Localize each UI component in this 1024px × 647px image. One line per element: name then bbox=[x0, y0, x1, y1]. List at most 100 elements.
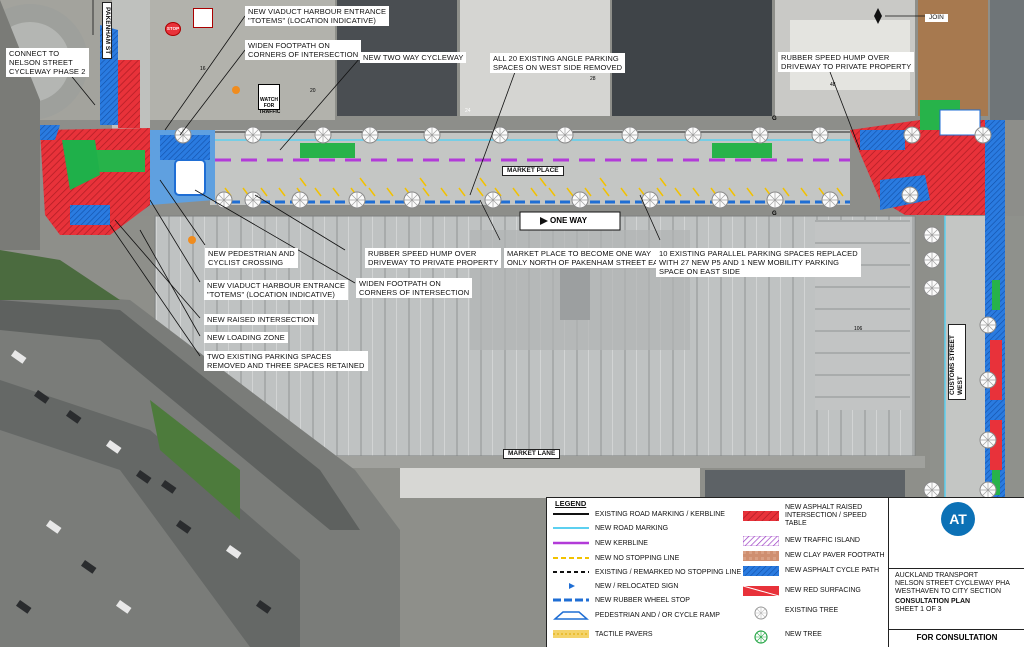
annotation-two-existing: TWO EXISTING PARKING SPACES REMOVED AND … bbox=[204, 351, 368, 371]
legend-swatch-icon bbox=[743, 511, 779, 521]
existing-tree-icon bbox=[923, 481, 941, 499]
legend-swatch-icon bbox=[743, 606, 779, 620]
roof-plant-2 bbox=[560, 260, 590, 320]
market-lane-label: MARKET LANE bbox=[503, 449, 561, 459]
tactile-east bbox=[939, 109, 981, 136]
existing-tree-icon bbox=[244, 191, 262, 209]
legend-swatch-icon bbox=[743, 630, 779, 644]
legend-swatch-icon bbox=[553, 595, 589, 605]
legend-item: NEW NO STOPPING LINE bbox=[553, 552, 679, 564]
existing-tree-icon bbox=[621, 126, 639, 144]
legend-item: NEW RUBBER WHEEL STOP bbox=[553, 594, 690, 606]
existing-tree-icon bbox=[923, 251, 941, 269]
legend-item: NEW / RELOCATED SIGN bbox=[553, 580, 679, 592]
legend-item: NEW ROAD MARKING bbox=[553, 522, 668, 534]
legend-label: PEDESTRIAN AND / OR CYCLE RAMP bbox=[595, 611, 720, 619]
legend-label: NEW NO STOPPING LINE bbox=[595, 554, 680, 562]
legend-label: NEW CLAY PAVER FOOTPATH bbox=[785, 552, 885, 559]
gate-marker-top: G bbox=[772, 116, 777, 122]
title-footer: FOR CONSULTATION bbox=[916, 633, 998, 642]
building-ne bbox=[990, 0, 1024, 120]
title-org: AUCKLAND TRANSPORT bbox=[895, 572, 978, 579]
existing-tree-icon bbox=[174, 126, 192, 144]
annotation-loading-zone: NEW LOADING ZONE bbox=[204, 332, 288, 343]
totem-marker-top bbox=[232, 86, 240, 94]
legend-swatch-icon bbox=[553, 629, 589, 639]
legend-item: EXISTING ROAD MARKING / KERBLINE bbox=[553, 508, 725, 520]
legend-swatch-icon bbox=[743, 586, 779, 596]
legend-panel: LEGEND EXISTING ROAD MARKING / KERBLINE N… bbox=[546, 497, 890, 647]
join-label: JOIN bbox=[925, 14, 948, 22]
legend-label: NEW ASPHALT CYCLE PATH bbox=[785, 567, 880, 574]
legend-swatch-icon bbox=[553, 509, 589, 519]
existing-tree-icon bbox=[556, 126, 574, 144]
annotation-raised-intersection: NEW RAISED INTERSECTION bbox=[204, 314, 318, 325]
legend-label: NEW KERBLINE bbox=[595, 539, 648, 547]
legend-swatch-icon bbox=[553, 538, 589, 548]
title-block: AT AUCKLAND TRANSPORT NELSON STREET CYCL… bbox=[888, 497, 1024, 647]
existing-tree-icon bbox=[361, 126, 379, 144]
lot-number: 16 bbox=[200, 66, 206, 72]
cycle-path-sw bbox=[70, 205, 110, 225]
title-project: NELSON STREET CYCLEWAY PHA bbox=[895, 580, 1010, 587]
existing-tree-icon bbox=[901, 186, 919, 204]
existing-tree-icon bbox=[291, 191, 309, 209]
legend-label: EXISTING / REMARKED NO STOPPING LINE bbox=[595, 568, 742, 576]
annotation-connect: CONNECT TO NELSON STREET CYCLEWAY PHASE … bbox=[6, 48, 89, 77]
totem-marker-bottom bbox=[188, 236, 196, 244]
one-way-label: ONE WAY bbox=[550, 216, 588, 225]
stop-sign-icon: STOP bbox=[165, 22, 181, 36]
legend-item: EXISTING / REMARKED NO STOPPING LINE bbox=[553, 566, 741, 578]
legend-swatch-icon bbox=[553, 610, 589, 620]
legend-label: NEW TREE bbox=[785, 631, 822, 638]
existing-tree-icon bbox=[923, 279, 941, 297]
legend-item: NEW CLAY PAVER FOOTPATH bbox=[743, 550, 885, 562]
lot-number: 48 bbox=[830, 82, 836, 88]
existing-tree-icon bbox=[979, 316, 997, 334]
legend-label: NEW TRAFFIC ISLAND bbox=[785, 537, 860, 544]
island-crossing bbox=[174, 159, 206, 196]
existing-tree-icon bbox=[903, 126, 921, 144]
lot-number: 106 bbox=[854, 326, 863, 332]
watch-for-traffic-sign: WATCH FOR TRAFFIC bbox=[258, 84, 280, 115]
annotation-hump-mid: RUBBER SPEED HUMP OVER DRIVEWAY TO PRIVA… bbox=[365, 248, 502, 268]
cycle-east-crossing bbox=[860, 130, 905, 150]
existing-tree-icon bbox=[811, 126, 829, 144]
legend-label: EXISTING TREE bbox=[785, 607, 839, 614]
existing-tree-icon bbox=[979, 431, 997, 449]
existing-tree-icon bbox=[821, 191, 839, 209]
legend-label: EXISTING ROAD MARKING / KERBLINE bbox=[595, 510, 725, 518]
plan-canvas: STOP WATCH FOR TRAFFIC PAKENHAM ST MARKE… bbox=[0, 0, 1024, 647]
logo-text: AT bbox=[949, 511, 967, 527]
existing-tree-icon bbox=[348, 191, 366, 209]
green-surface-2 bbox=[712, 143, 772, 158]
annotation-widen-top: WIDEN FOOTPATH ON CORNERS OF INTERSECTIO… bbox=[245, 40, 362, 60]
legend-label: TACTILE PAVERS bbox=[595, 630, 653, 638]
legend-item: NEW TRAFFIC ISLAND bbox=[743, 535, 860, 547]
legend-label: NEW ROAD MARKING bbox=[595, 524, 669, 532]
legend-item: NEW RED SURFACING bbox=[743, 585, 861, 597]
legend-item: EXISTING TREE bbox=[743, 605, 839, 620]
lot-number: 20 bbox=[310, 88, 316, 94]
legend-label: NEW RUBBER WHEEL STOP bbox=[595, 596, 690, 604]
legend-item: PEDESTRIAN AND / OR CYCLE RAMP bbox=[553, 609, 720, 621]
legend-swatch-icon bbox=[553, 523, 589, 533]
legend-item: NEW ASPHALT CYCLE PATH bbox=[743, 565, 879, 577]
annotation-one-way: MARKET PLACE TO BECOME ONE WAY ONLY NORT… bbox=[504, 248, 672, 268]
title-plan: CONSULTATION PLAN bbox=[895, 598, 971, 605]
existing-tree-icon bbox=[244, 126, 262, 144]
existing-tree-icon bbox=[684, 126, 702, 144]
legend-swatch-icon bbox=[743, 566, 779, 576]
existing-tree-icon bbox=[423, 126, 441, 144]
existing-tree-icon bbox=[979, 481, 997, 499]
annotation-angle-parking: ALL 20 EXISTING ANGLE PARKING SPACES ON … bbox=[490, 53, 626, 73]
annotation-parallel-parking: 10 EXISTING PARALLEL PARKING SPACES REPL… bbox=[656, 248, 861, 277]
customs-red-1 bbox=[990, 340, 1002, 400]
legend-title: LEGEND bbox=[555, 499, 587, 508]
annotation-widen-bottom: WIDEN FOOTPATH ON CORNERS OF INTERSECTIO… bbox=[356, 278, 473, 298]
existing-tree-icon bbox=[571, 191, 589, 209]
market-place-label: MARKET PLACE bbox=[502, 166, 564, 176]
legend-label: NEW ASPHALT RAISED INTERSECTION / SPEED … bbox=[785, 504, 867, 527]
annotation-two-way-cycleway: NEW TWO WAY CYCLEWAY bbox=[360, 52, 467, 63]
customs-street-label: CUSTOMS STREET WEST bbox=[948, 324, 966, 400]
